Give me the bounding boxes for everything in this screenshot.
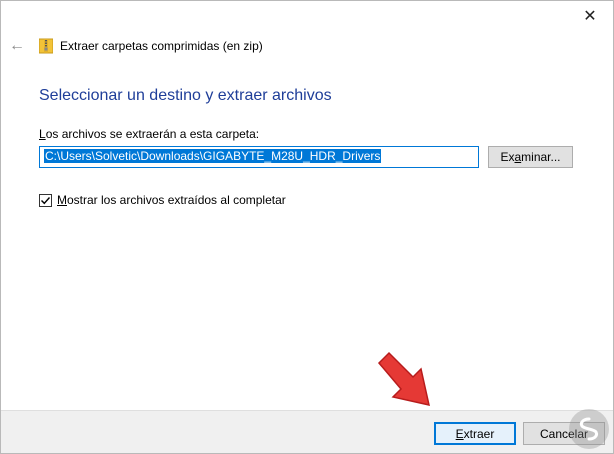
checkmark-icon xyxy=(41,196,51,204)
dialog-footer: Extraer Cancelar xyxy=(1,410,613,453)
show-files-checkbox[interactable] xyxy=(39,193,52,207)
page-heading: Seleccionar un destino y extraer archivo… xyxy=(39,87,332,104)
zip-folder-icon xyxy=(39,38,53,54)
title-bar: ← Extraer carpetas comprimidas (en zip) xyxy=(1,34,613,58)
extract-dialog: ✕ ← Extraer carpetas comprimidas (en zip… xyxy=(0,0,614,454)
close-icon: ✕ xyxy=(583,8,597,25)
destination-path-input[interactable]: C:\Users\Solvetic\Downloads\GIGABYTE_M28… xyxy=(39,146,479,168)
close-button[interactable]: ✕ xyxy=(567,1,613,31)
destination-label: Los archivos se extraerán a esta carpeta… xyxy=(39,127,260,141)
window-title: Extraer carpetas comprimidas (en zip) xyxy=(60,39,263,53)
show-files-label: Mostrar los archivos extraídos al comple… xyxy=(57,193,286,207)
destination-path-text: C:\Users\Solvetic\Downloads\GIGABYTE_M28… xyxy=(44,149,382,163)
browse-button[interactable]: Ex a minar... xyxy=(488,146,573,168)
red-pointer-arrow-icon xyxy=(377,351,430,406)
back-arrow-icon[interactable]: ← xyxy=(7,36,27,56)
show-files-option[interactable]: Mostrar los archivos extraídos al comple… xyxy=(39,193,286,207)
watermark-logo-icon xyxy=(569,409,609,449)
extract-button[interactable]: Extraer xyxy=(434,422,516,445)
